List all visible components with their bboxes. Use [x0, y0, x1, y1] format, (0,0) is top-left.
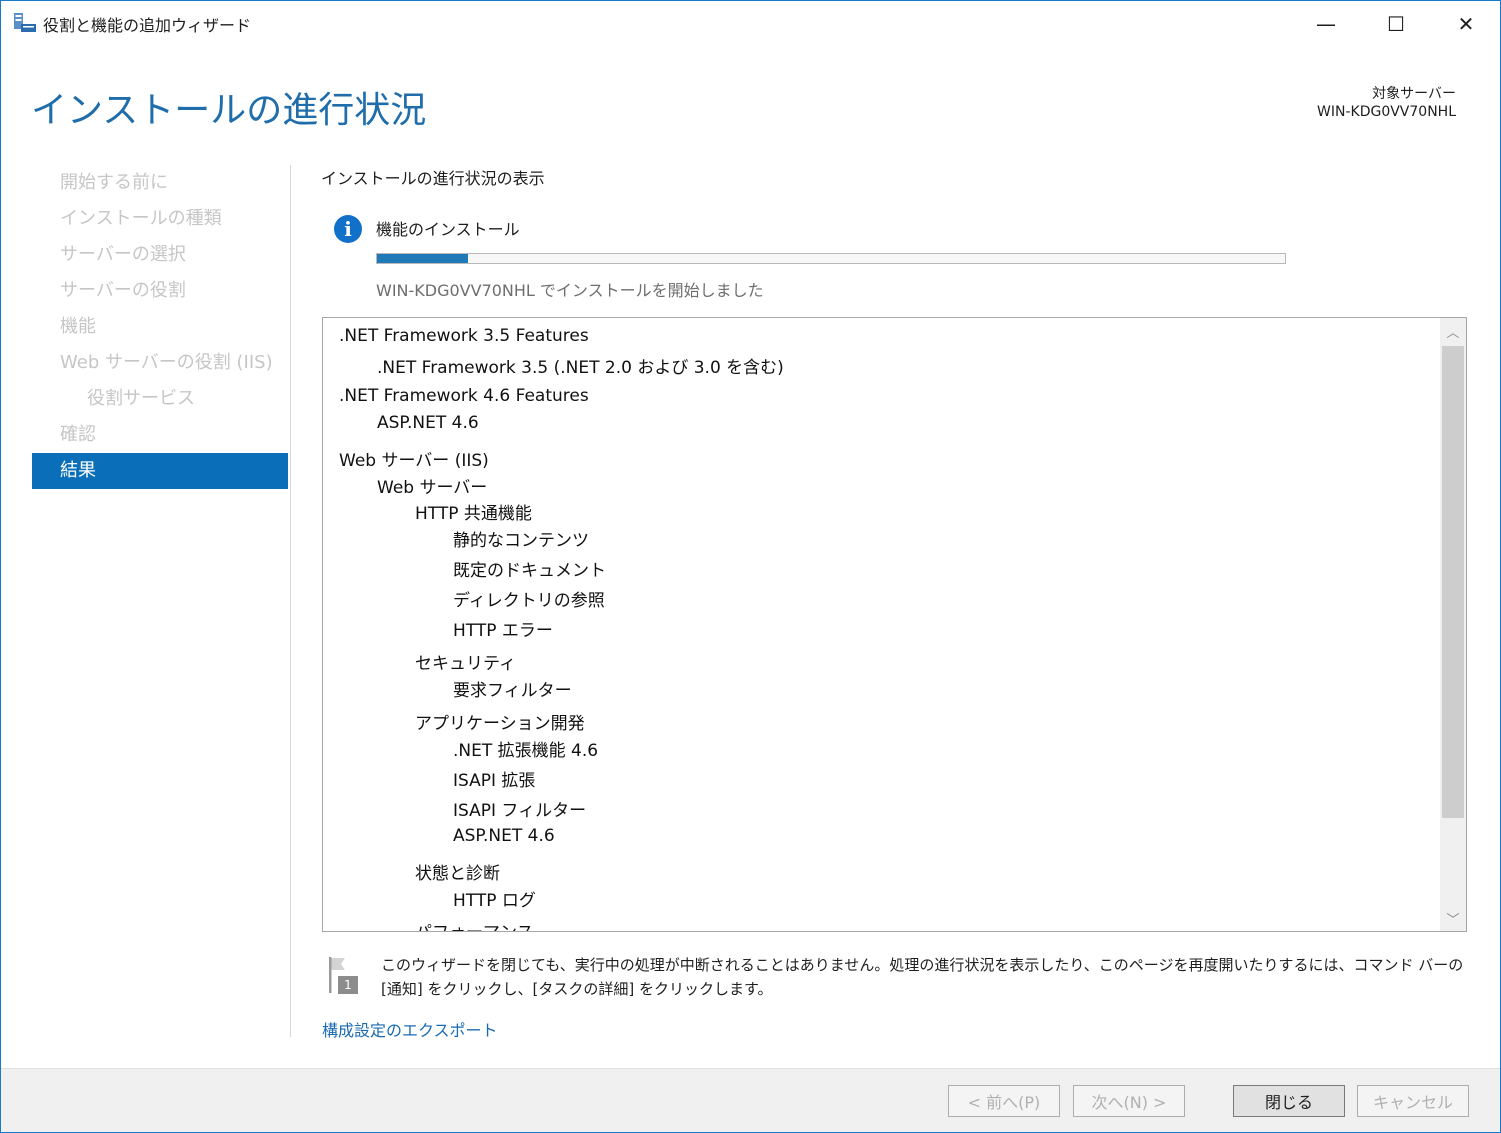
close-window-button[interactable]: ✕ [1432, 1, 1500, 46]
section-title: インストールの進行状況の表示 [321, 169, 545, 188]
list-item: .NET 拡張機能 4.6 [453, 741, 599, 761]
next-button[interactable]: 次へ(N) > [1073, 1085, 1185, 1117]
list-item: Web サーバー [377, 478, 488, 498]
list-item: 状態と診断 [415, 864, 500, 884]
scroll-down-icon[interactable]: ﹀ [1440, 905, 1466, 931]
cancel-button[interactable]: キャンセル [1357, 1085, 1469, 1117]
list-item: 既定のドキュメント [453, 561, 606, 581]
list-item: HTTP エラー [453, 621, 553, 641]
list-item: ASP.NET 4.6 [453, 826, 555, 846]
target-server-name: WIN-KDG0VV70NHL [1317, 104, 1456, 120]
nav-item-server-roles: サーバーの役割 [60, 280, 186, 301]
window-title: 役割と機能の追加ウィザード [43, 16, 252, 35]
title-bar: 役割と機能の追加ウィザード — ☐ ✕ [1, 1, 1500, 46]
list-item: ASP.NET 4.6 [377, 413, 479, 433]
feature-install-label: 機能のインストール [376, 220, 520, 239]
list-item: Web サーバー (IIS) [339, 451, 489, 471]
previous-button[interactable]: < 前へ(P) [948, 1085, 1060, 1117]
list-item: 静的なコンテンツ [453, 531, 589, 551]
install-status-text: WIN-KDG0VV70NHL でインストールを開始しました [376, 281, 764, 300]
list-scrollbar[interactable]: ︿ ﹀ [1440, 318, 1466, 931]
list-item: HTTP 共通機能 [415, 504, 532, 524]
server-manager-icon [14, 13, 36, 32]
scroll-thumb[interactable] [1442, 346, 1464, 818]
list-item: ISAPI フィルター [453, 801, 587, 821]
feature-list-box[interactable]: .NET Framework 3.5 Features .NET Framewo… [322, 317, 1467, 932]
list-item: .NET Framework 4.6 Features [339, 386, 589, 406]
install-progress-bar [376, 253, 1286, 264]
list-item: パフォーマンス [415, 918, 534, 931]
list-item: .NET Framework 3.5 Features [339, 326, 589, 346]
flag-badge-number: 1 [344, 978, 352, 992]
list-item: ISAPI 拡張 [453, 771, 536, 791]
maximize-button[interactable]: ☐ [1362, 1, 1430, 46]
nav-item-features: 機能 [60, 316, 96, 337]
target-server-label: 対象サーバー [1372, 86, 1456, 102]
wizard-footer: < 前へ(P) 次へ(N) > 閉じる キャンセル [1, 1068, 1500, 1132]
wizard-nav: 開始する前に インストールの種類 サーバーの選択 サーバーの役割 機能 Web … [32, 165, 288, 489]
nav-item-role-services: 役割サービス [87, 388, 195, 409]
close-button[interactable]: 閉じる [1233, 1085, 1345, 1117]
list-item: アプリケーション開発 [415, 714, 585, 734]
nav-divider [290, 165, 291, 1037]
list-item: 要求フィルター [453, 681, 572, 701]
nav-item-web-server-role: Web サーバーの役割 (IIS) [60, 352, 273, 373]
list-item: ディレクトリの参照 [453, 591, 605, 611]
progress-fill [377, 254, 468, 263]
nav-item-results[interactable]: 結果 [32, 453, 288, 489]
notice-text: このウィザードを閉じても、実行中の処理が中断されることはありません。処理の進行状… [381, 956, 1464, 998]
page-title: インストールの進行状況 [31, 90, 427, 131]
export-settings-link[interactable]: 構成設定のエクスポート [322, 1017, 498, 1041]
info-icon: i [334, 215, 362, 243]
feature-list-content: .NET Framework 3.5 Features .NET Framewo… [323, 318, 1440, 931]
wizard-window: 役割と機能の追加ウィザード — ☐ ✕ インストールの進行状況 対象サーバー W… [0, 0, 1501, 1133]
nav-item-installation-type: インストールの種類 [60, 208, 222, 229]
nav-item-server-selection: サーバーの選択 [60, 244, 186, 265]
list-item: HTTP ログ [453, 891, 536, 911]
list-item: セキュリティ [415, 654, 516, 674]
minimize-button[interactable]: — [1292, 1, 1360, 46]
nav-item-before-you-begin: 開始する前に [60, 172, 168, 193]
notification-flag-icon: 1 [329, 957, 358, 994]
nav-item-confirmation: 確認 [60, 424, 96, 445]
list-item: .NET Framework 3.5 (.NET 2.0 および 3.0 を含む… [377, 358, 784, 378]
scroll-up-icon[interactable]: ︿ [1440, 318, 1466, 344]
